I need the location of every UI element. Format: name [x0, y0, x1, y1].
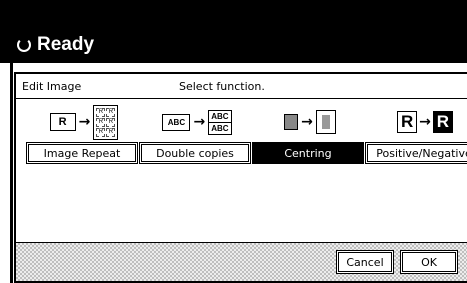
panel-header: Edit Image Select function.	[16, 74, 467, 99]
positive-negative-icon: R → R	[365, 107, 467, 137]
panel-prompt: Select function.	[179, 80, 265, 93]
function-image-repeat: R → RR RR RR Image Repeat	[26, 104, 142, 164]
ok-button[interactable]: OK	[400, 250, 458, 274]
double-copies-icon: ABC → ABC ABC	[139, 107, 255, 137]
centring-button[interactable]: Centring	[252, 142, 364, 164]
function-positive-negative: R → R Positive/Negative	[365, 107, 467, 164]
top-bar	[0, 0, 467, 27]
panel-title: Edit Image	[22, 80, 82, 93]
positive-negative-button[interactable]: Positive/Negative	[365, 142, 467, 164]
function-double-copies: ABC → ABC ABC Double copies	[139, 107, 255, 164]
image-repeat-button[interactable]: Image Repeat	[26, 142, 138, 164]
status-bar: Ready	[0, 27, 467, 63]
left-divider	[10, 63, 13, 283]
cancel-button[interactable]: Cancel	[336, 250, 394, 274]
status-text: Ready	[37, 34, 95, 55]
edit-image-panel: Edit Image Select function. R → RR RR RR…	[14, 72, 467, 283]
double-copies-button[interactable]: Double copies	[139, 142, 251, 164]
image-repeat-icon: R → RR RR RR	[26, 104, 142, 140]
ready-icon	[17, 38, 31, 52]
centring-icon: →	[252, 107, 368, 137]
footer-bar: Cancel OK	[16, 242, 467, 281]
function-centring: → Centring	[252, 107, 368, 164]
